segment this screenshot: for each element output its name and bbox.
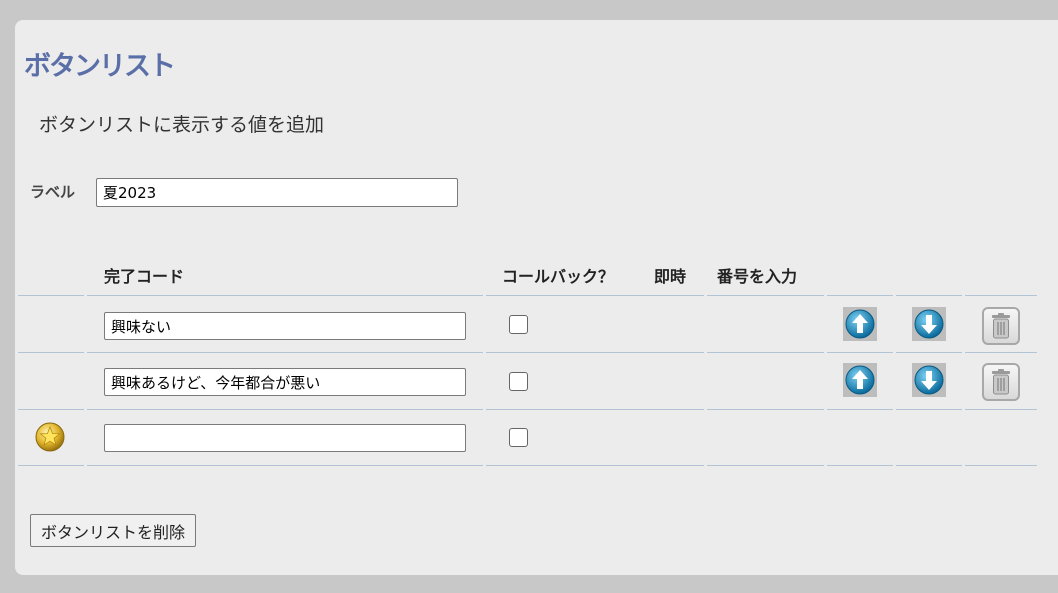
arrow-up-icon — [845, 309, 875, 339]
move-down-button-2[interactable] — [912, 363, 946, 397]
completion-code-input-2[interactable] — [104, 368, 466, 396]
star-icon — [35, 422, 65, 452]
column-header-completion-code: 完了コード — [104, 267, 185, 286]
page-title: ボタンリスト — [24, 51, 176, 82]
trash-icon — [992, 369, 1010, 395]
trash-icon — [992, 313, 1010, 339]
delete-button-list-button[interactable]: ボタンリストを削除 — [30, 514, 197, 547]
move-up-button-2[interactable] — [843, 363, 877, 397]
page-subtitle: ボタンリストに表示する値を追加 — [39, 114, 325, 136]
label-field-label: ラベル — [30, 183, 76, 201]
main-panel — [15, 20, 1058, 575]
delete-row-button-2[interactable] — [982, 363, 1020, 401]
callback-checkbox-1[interactable] — [509, 315, 528, 334]
completion-code-input-1[interactable] — [104, 312, 466, 340]
move-up-button-1[interactable] — [843, 307, 877, 341]
arrow-down-icon — [914, 365, 944, 395]
column-header-enter-number: 番号を入力 — [717, 267, 798, 286]
arrow-down-icon — [914, 309, 944, 339]
move-down-button-1[interactable] — [912, 307, 946, 341]
delete-row-button-1[interactable] — [982, 307, 1020, 345]
column-header-callback: コールバック？ — [502, 267, 615, 286]
callback-checkbox-new[interactable] — [509, 428, 528, 447]
arrow-up-icon — [845, 365, 875, 395]
column-header-immediate: 即時 — [654, 267, 687, 286]
callback-checkbox-2[interactable] — [509, 372, 528, 391]
label-input[interactable] — [96, 178, 458, 207]
completion-code-input-new[interactable] — [104, 424, 466, 452]
